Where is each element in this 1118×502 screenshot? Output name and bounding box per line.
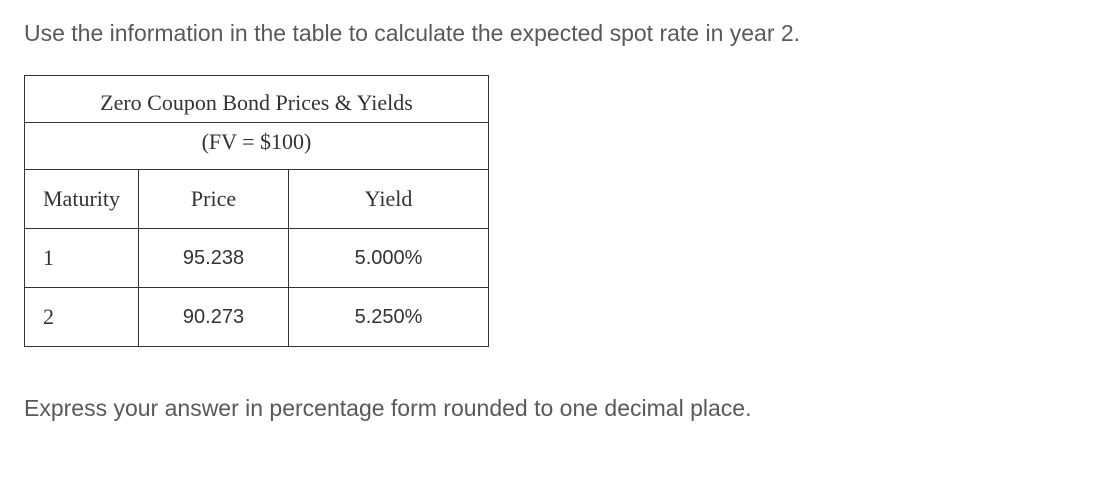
- table-header-row: Maturity Price Yield: [25, 170, 489, 229]
- table-row: 2 90.273 5.250%: [25, 288, 489, 347]
- table-subtitle: (FV = $100): [25, 123, 489, 170]
- table-title: Zero Coupon Bond Prices & Yields: [25, 76, 489, 123]
- header-yield: Yield: [289, 170, 489, 229]
- cell-price: 90.273: [139, 288, 289, 347]
- header-price: Price: [139, 170, 289, 229]
- table-row: 1 95.238 5.000%: [25, 229, 489, 288]
- header-maturity: Maturity: [25, 170, 139, 229]
- cell-yield: 5.250%: [289, 288, 489, 347]
- cell-yield: 5.000%: [289, 229, 489, 288]
- cell-price: 95.238: [139, 229, 289, 288]
- bond-table: Zero Coupon Bond Prices & Yields (FV = $…: [24, 75, 489, 347]
- instruction-text: Express your answer in percentage form r…: [24, 395, 1094, 422]
- question-text: Use the information in the table to calc…: [24, 20, 1094, 47]
- cell-maturity: 1: [25, 229, 139, 288]
- cell-maturity: 2: [25, 288, 139, 347]
- bond-table-container: Zero Coupon Bond Prices & Yields (FV = $…: [24, 75, 1094, 347]
